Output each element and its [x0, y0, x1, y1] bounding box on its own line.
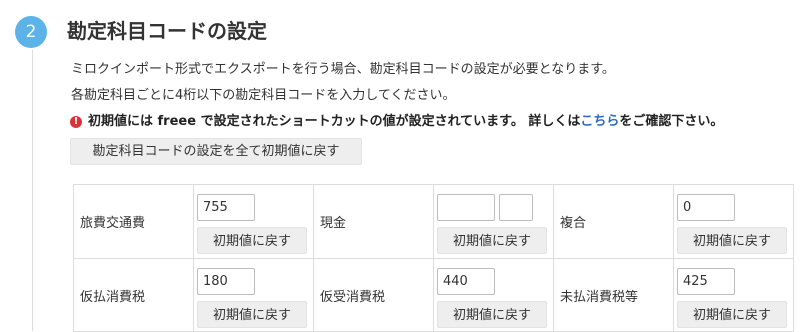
reset-code-button[interactable]: 初期値に戻す [677, 227, 787, 254]
account-code-cell: 初期値に戻す [193, 258, 314, 332]
account-name: 仮受消費税 [313, 258, 434, 332]
account-code-input[interactable] [437, 194, 495, 221]
account-name: 複合 [553, 184, 674, 259]
reset-code-button[interactable]: 初期値に戻す [197, 227, 307, 254]
account-code-input[interactable] [437, 268, 495, 295]
account-code-cell: 初期値に戻す [433, 184, 554, 259]
description-line-2: 各勘定科目ごとに4桁以下の勘定科目コードを入力してください。 [71, 88, 456, 103]
account-code-input[interactable] [677, 268, 735, 295]
account-code-input[interactable] [197, 268, 255, 295]
account-name: 旅費交通費 [73, 184, 194, 259]
section-title: 勘定科目コードの設定 [67, 19, 267, 43]
notice-text-prefix: 初期値には freee で設定されたショートカットの値が設定されています。 詳し… [88, 114, 581, 129]
account-code-input[interactable] [197, 194, 255, 221]
exclamation-circle-icon: ! [70, 116, 82, 128]
account-code-cell: 初期値に戻す [193, 184, 314, 259]
notice-text-suffix: をご確認下さい。 [619, 114, 724, 129]
account-code-input-secondary[interactable] [499, 194, 533, 221]
reset-code-button[interactable]: 初期値に戻す [437, 227, 547, 254]
table-row: 仮払消費税 初期値に戻す 仮受消費税 初期値に戻す 未払消費税等 初期値に戻す [73, 258, 794, 332]
account-code-cell: 初期値に戻す [433, 258, 554, 332]
notice-link[interactable]: こちら [580, 113, 619, 131]
account-name: 現金 [313, 184, 434, 259]
account-code-input[interactable] [677, 194, 735, 221]
account-code-cell: 初期値に戻す [673, 258, 794, 332]
account-code-cell: 初期値に戻す [673, 184, 794, 259]
account-name: 仮払消費税 [73, 258, 194, 332]
section-rail [32, 50, 33, 331]
account-name: 未払消費税等 [553, 258, 674, 332]
description-line-1: ミロクインポート形式でエクスポートを行う場合、勘定科目コードの設定が必要となりま… [71, 62, 615, 77]
step-number-badge: 2 [15, 16, 47, 48]
reset-code-button[interactable]: 初期値に戻す [677, 301, 787, 328]
account-code-table: 旅費交通費 初期値に戻す 現金 初期値に戻す 複合 初期値に戻す 仮払消費税 [73, 184, 794, 332]
notice-message: ! 初期値には freee で設定されたショートカットの値が設定されています。 … [70, 113, 723, 131]
table-row: 旅費交通費 初期値に戻す 現金 初期値に戻す 複合 初期値に戻す [73, 184, 794, 259]
reset-all-codes-button[interactable]: 勘定科目コードの設定を全て初期値に戻す [70, 138, 362, 165]
reset-code-button[interactable]: 初期値に戻す [197, 301, 307, 328]
reset-code-button[interactable]: 初期値に戻す [437, 301, 547, 328]
